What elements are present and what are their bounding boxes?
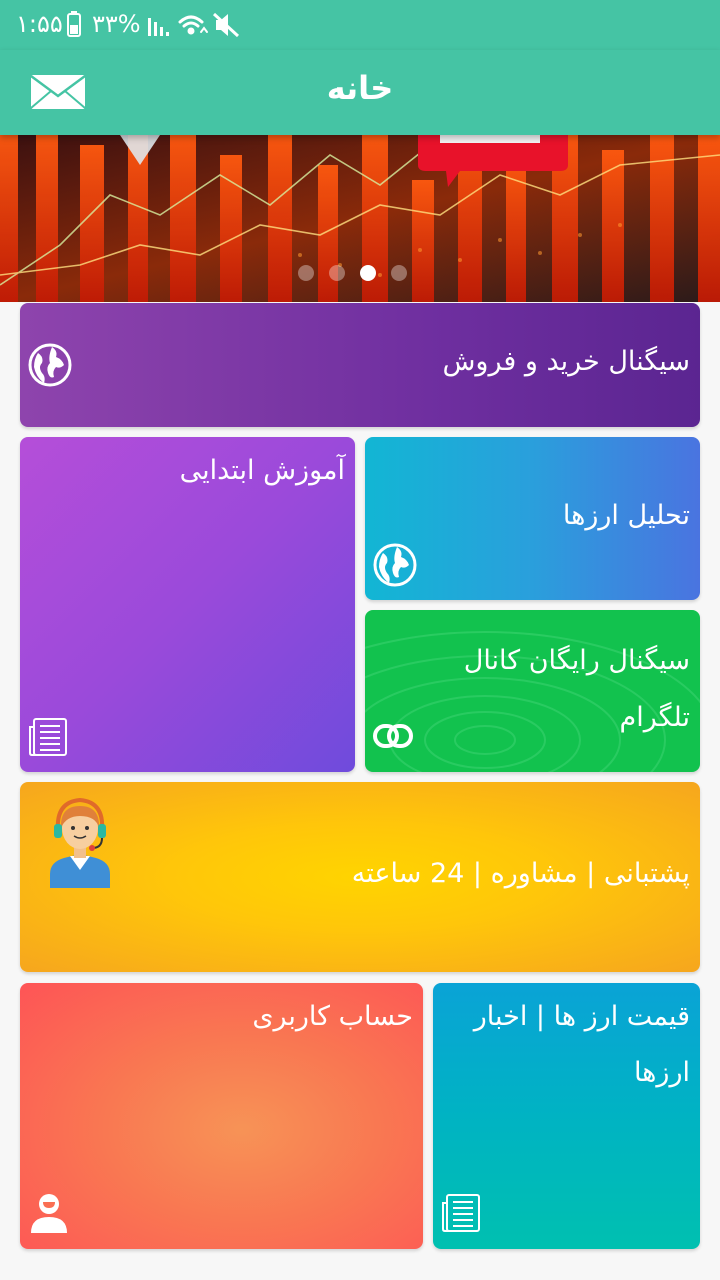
tile-currency-analysis[interactable]: تحلیل ارزها xyxy=(365,437,700,600)
tile-beginner-education[interactable]: آموزش ابتدایی xyxy=(20,437,355,772)
newspaper-icon xyxy=(29,718,67,756)
status-time: ۱:۵۵ xyxy=(16,10,63,38)
banner-slider[interactable] xyxy=(0,135,720,302)
tile-support[interactable]: پشتبانی | مشاوره | 24 ساعته xyxy=(20,782,700,972)
tile-label: سیگنال خرید و فروش xyxy=(442,346,690,377)
tile-label: آموزش ابتدایی xyxy=(179,455,345,486)
tile-label: تحلیل ارزها xyxy=(562,500,690,531)
link-icon xyxy=(373,724,413,748)
page-title: خانه xyxy=(326,69,394,107)
battery-percent: ۳۳% xyxy=(92,10,141,38)
globe-icon xyxy=(373,543,417,587)
tile-telegram-signal[interactable]: سیگنال رایگان کانال تلگرام xyxy=(365,610,700,772)
tile-label-line2: تلگرام xyxy=(619,702,690,733)
status-bar: ۱:۵۵ ۳۳% xyxy=(0,0,720,50)
support-agent-icon xyxy=(50,797,110,888)
tile-label-line2: ارزها xyxy=(633,1057,690,1088)
globe-icon xyxy=(28,343,72,387)
tile-label: پشتبانی | مشاوره | 24 ساعته xyxy=(351,858,690,889)
newspaper-icon xyxy=(442,1194,480,1232)
pagination-dot[interactable] xyxy=(298,265,314,281)
tile-user-account[interactable]: حساب کاربری xyxy=(20,983,423,1249)
tile-currency-prices-news[interactable]: قیمت ارز ها | اخبار ارزها xyxy=(433,983,700,1249)
wifi-icon xyxy=(178,15,208,35)
signal-icon xyxy=(148,18,169,36)
tile-label: حساب کاربری xyxy=(252,1001,413,1032)
user-icon xyxy=(31,1194,67,1233)
tile-buy-sell-signal[interactable]: سیگنال خرید و فروش xyxy=(20,303,700,427)
pagination-dot[interactable] xyxy=(329,265,345,281)
pagination-dot-active[interactable] xyxy=(360,265,376,281)
tile-label-line1: سیگنال رایگان کانال xyxy=(463,645,690,676)
mute-icon xyxy=(212,12,240,38)
pagination-dot[interactable] xyxy=(391,265,407,281)
banner-pagination xyxy=(298,265,407,281)
status-right-icons xyxy=(148,12,240,38)
battery-icon xyxy=(67,11,81,37)
tile-label-line1: قیمت ارز ها | اخبار xyxy=(473,1001,690,1032)
app-bar: خانه xyxy=(0,50,720,135)
